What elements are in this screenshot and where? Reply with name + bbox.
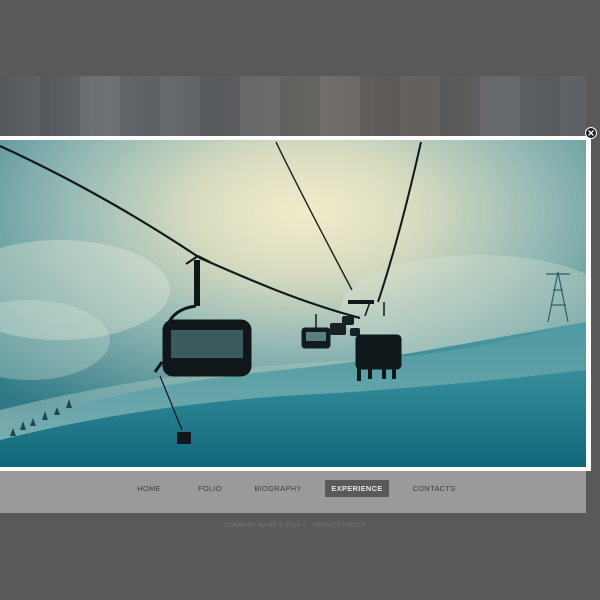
nav-item-home[interactable]: HOME bbox=[130, 480, 168, 497]
close-button[interactable] bbox=[585, 127, 597, 139]
main-navigation: HOME FOLIO BIOGRAPHY EXPERIENCE CONTACTS bbox=[0, 470, 586, 513]
nav-item-experience[interactable]: EXPERIENCE bbox=[325, 480, 389, 497]
nav-item-contacts[interactable]: CONTACTS bbox=[410, 480, 458, 497]
footer: COMPANY NAME © 2014 • PRIVACY POLICY bbox=[0, 522, 586, 534]
close-icon bbox=[588, 130, 594, 136]
lightbox-image[interactable] bbox=[0, 140, 586, 467]
footer-copyright: COMPANY NAME © 2014 bbox=[224, 522, 300, 529]
chairlift-photo bbox=[0, 140, 586, 467]
nav-item-biography[interactable]: BIOGRAPHY bbox=[250, 480, 306, 497]
nav-item-folio[interactable]: FOLIO bbox=[192, 480, 228, 497]
footer-separator: • bbox=[303, 522, 306, 529]
page: HOME FOLIO BIOGRAPHY EXPERIENCE CONTACTS… bbox=[0, 0, 600, 600]
nav-list: HOME FOLIO BIOGRAPHY EXPERIENCE CONTACTS bbox=[0, 480, 586, 500]
background-hero-image bbox=[0, 76, 586, 136]
lightbox-frame bbox=[0, 136, 591, 471]
privacy-policy-link[interactable]: PRIVACY POLICY bbox=[313, 522, 367, 529]
